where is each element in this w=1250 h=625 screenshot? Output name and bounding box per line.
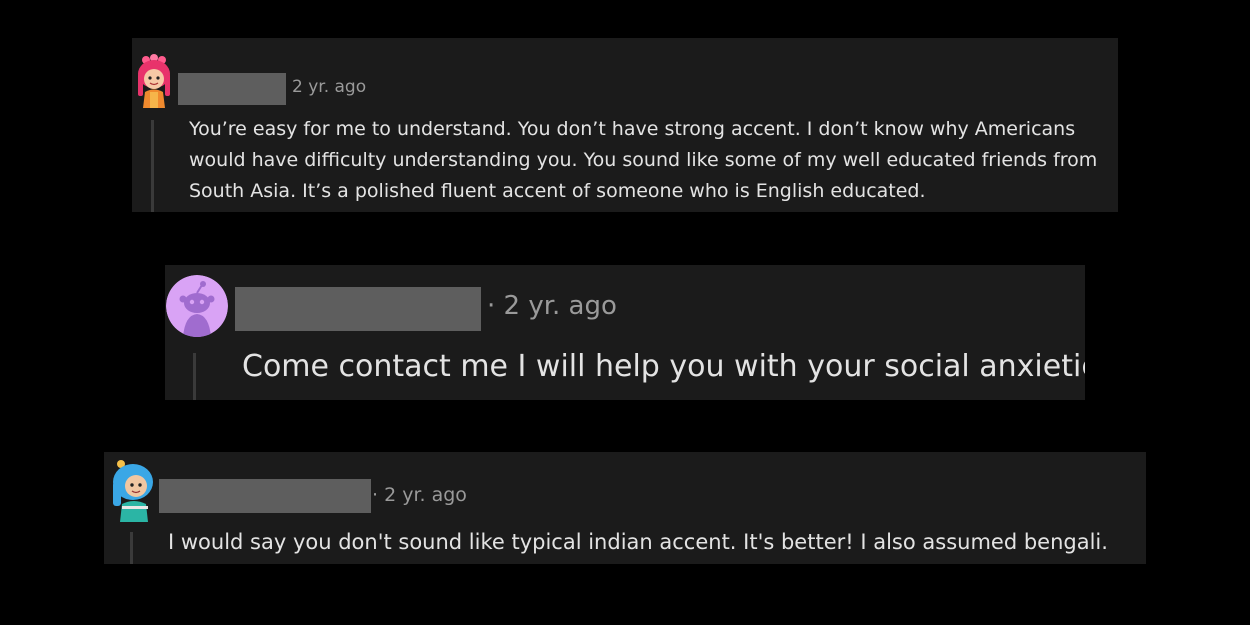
thread-collapse-line[interactable] (151, 120, 154, 212)
comment-text: You’re easy for me to understand. You do… (189, 118, 1098, 202)
pink-hair-character-avatar-icon[interactable] (134, 54, 174, 108)
comment-text: Come contact me I will help you with you… (242, 349, 1085, 384)
username-redaction (178, 73, 286, 105)
thread-collapse-line[interactable] (130, 532, 133, 564)
thread-collapse-line[interactable] (193, 353, 196, 400)
blue-hair-character-avatar-icon[interactable] (108, 456, 158, 522)
comment-text: I would say you don't sound like typical… (168, 530, 1108, 554)
comment-timestamp[interactable]: 2 yr. ago (292, 77, 366, 97)
screenshot-collage: 2 yr. ago You’re easy for me to understa… (0, 0, 1250, 625)
comment-timestamp[interactable]: · 2 yr. ago (487, 291, 617, 321)
username-redaction (235, 287, 481, 331)
comment-timestamp[interactable]: · 2 yr. ago (372, 484, 467, 506)
default-snoo-avatar-icon[interactable] (166, 275, 228, 337)
username-redaction (159, 479, 371, 513)
comment-card: · 2 yr. ago Come contact me I will help … (165, 265, 1085, 400)
comment-card: · 2 yr. ago I would say you don't sound … (104, 452, 1146, 564)
comment-card: 2 yr. ago You’re easy for me to understa… (132, 38, 1118, 212)
